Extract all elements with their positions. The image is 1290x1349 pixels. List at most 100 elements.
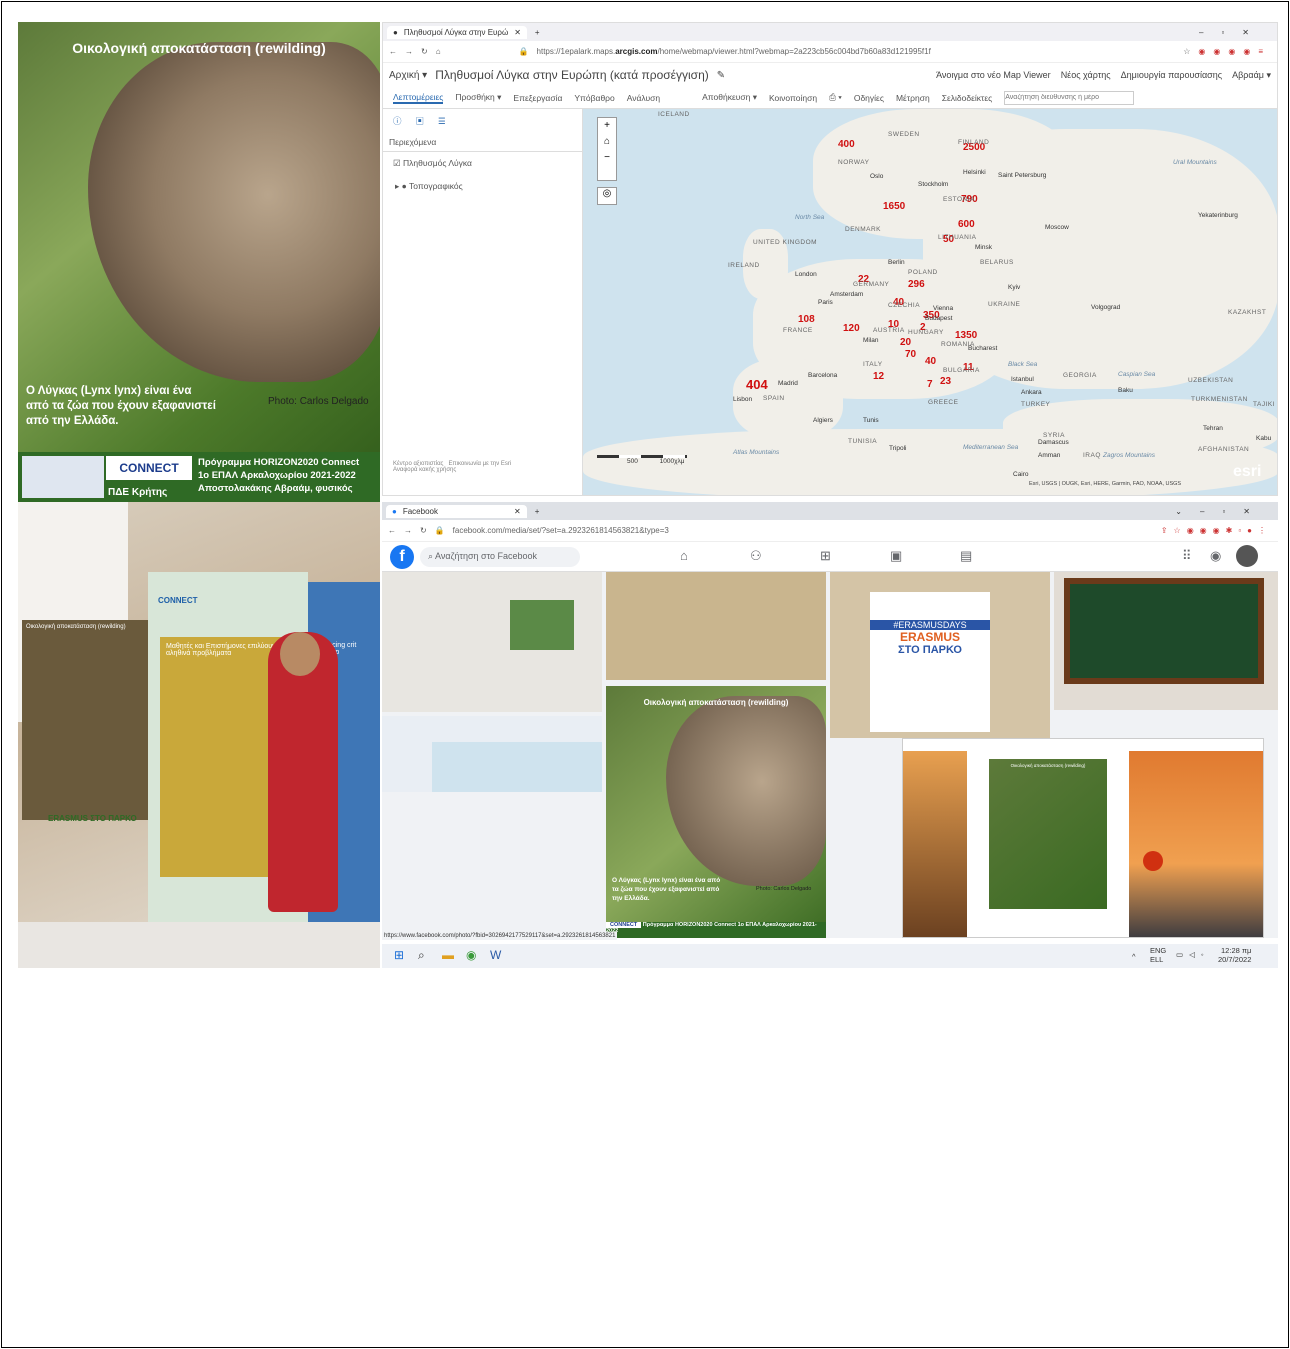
layer-population[interactable]: ☑ Πληθυσμός Λύγκα [383, 152, 582, 175]
analysis-button[interactable]: Ανάλυση [627, 93, 660, 103]
population-label-norway[interactable]: 400 [838, 139, 855, 150]
facebook-logo[interactable]: f [390, 545, 414, 569]
photo-noticeboard[interactable] [1054, 572, 1278, 710]
search-input[interactable] [1004, 90, 1135, 105]
population-label-sweden[interactable]: 1650 [883, 201, 905, 212]
reload-icon[interactable]: ↻ [421, 47, 428, 56]
directions-button[interactable]: Οδηγίες [854, 93, 884, 103]
home-icon[interactable]: ⌂ [680, 548, 688, 563]
star-icon[interactable]: ☆ [1183, 47, 1190, 56]
place-name: Zagros Mountains [1103, 452, 1156, 459]
population-label-bosnia[interactable]: 70 [905, 349, 916, 360]
share-button[interactable]: Κοινοποίηση [769, 93, 817, 103]
population-label-serbia[interactable]: 40 [925, 356, 936, 367]
url-domain: arcgis.com [615, 47, 658, 56]
europe-map[interactable]: + ⌂ − ◎ 500 1000χλμ Esri, USGS | OUGK, Esr… [583, 109, 1277, 495]
population-label-romania[interactable]: 1350 [955, 330, 977, 341]
photo-lynx-poster[interactable]: Οικολογική αποκατάσταση (rewilding) Ο Λύ… [606, 686, 826, 938]
photo-erasmus-poster[interactable]: #ERASMUSDAYS ERASMUS ΣΤΟ ΠΑΡΚΟ [830, 572, 1050, 738]
close-icon[interactable]: ✕ [514, 28, 521, 37]
new-tab-icon[interactable]: + [535, 28, 540, 37]
tray-chevron-icon[interactable]: ^ [1132, 952, 1136, 961]
population-label-italy[interactable]: 12 [873, 371, 884, 382]
edit-button[interactable]: Επεξεργασία [513, 93, 562, 103]
population-label-latvia[interactable]: 600 [958, 219, 975, 230]
forward-icon[interactable]: → [405, 47, 413, 56]
locate-icon[interactable]: ◎ [597, 187, 617, 205]
tray-icons[interactable]: ▭◁◦ [1176, 950, 1210, 959]
photo-classroom[interactable] [382, 572, 602, 712]
panel-tabs[interactable]: ⓘ▣☰ [383, 109, 582, 133]
pde-label: ΠΔΕ Κρήτης [108, 487, 168, 498]
arcgis-header: Αρχική ▾ Πληθυσμοί Λύγκα στην Ευρώπη (κα… [383, 63, 1277, 87]
population-label-spain[interactable]: 404 [746, 377, 768, 392]
place-name: Baku [1118, 387, 1133, 394]
windows-taskbar: ⊞ ⌕ ▬ ◉ W ^ ENG ELL ▭◁◦ 12:28 πμ 20/7/2022 [382, 944, 1278, 968]
measure-button[interactable]: Μέτρηση [896, 93, 930, 103]
clock[interactable]: 12:28 πμ 20/7/2022 [1218, 946, 1251, 964]
marketplace-icon[interactable]: ⊞ [820, 548, 831, 564]
avatar[interactable] [1236, 545, 1258, 567]
friends-icon[interactable]: ⚇ [750, 548, 762, 564]
extension-icons[interactable]: ⇪☆◉◉◉✱▫●⋮ [1161, 526, 1272, 535]
forward-icon[interactable]: → [404, 526, 412, 535]
menu-icon[interactable]: ⠿ [1182, 548, 1192, 564]
photo-screen-with-poster[interactable]: Οικολογική αποκατάσταση (rewilding) [902, 738, 1264, 938]
chrome-icon[interactable]: ◉ [466, 948, 476, 962]
create-presentation-link[interactable]: Δημιουργία παρουσίασης [1121, 70, 1222, 81]
erasmus-poster: #ERASMUSDAYS ERASMUS ΣΤΟ ΠΑΡΚΟ [870, 592, 990, 732]
footer-link[interactable]: Επικοινωνία με την Esri [448, 461, 511, 467]
language-indicator[interactable]: ENG ELL [1150, 946, 1166, 964]
bookmarks-button[interactable]: Σελιδοδείκτες [942, 93, 993, 103]
new-map-link[interactable]: Νέος χάρτης [1061, 70, 1111, 81]
browser-tab[interactable]: ● Πληθυσμοί Λύγκα στην Ευρώ ✕ [387, 25, 527, 39]
browser-tab[interactable]: ● Facebook ✕ [386, 504, 527, 518]
open-map-viewer-link[interactable]: Άνοιγμα στο νέο Map Viewer [936, 70, 1051, 81]
zoom-controls[interactable]: + ⌂ − [597, 117, 617, 181]
save-button[interactable]: Αποθήκευση ▾ [702, 92, 757, 103]
banner-title: CONNECT [158, 596, 198, 605]
search-icon[interactable]: ⌕ [418, 948, 425, 963]
user-menu[interactable]: Αβραάμ ▾ [1232, 70, 1271, 81]
new-tab-icon[interactable]: + [535, 507, 540, 516]
photo-arcgis-screenshot[interactable] [382, 716, 602, 792]
gaming-icon[interactable]: ▤ [960, 548, 972, 564]
population-label-croatia[interactable]: 20 [900, 337, 911, 348]
url-field[interactable]: facebook.com/media/set/?set=a.2923261814… [453, 526, 1153, 535]
file-explorer-icon[interactable]: ▬ [442, 948, 454, 962]
window-controls[interactable]: –▫✕ [1199, 28, 1267, 37]
footer-link[interactable]: Αναφορά κακής χρήσης [393, 467, 456, 473]
print-icon[interactable]: ⎙ ▾ [829, 92, 842, 103]
school-line: 1ο ΕΠΑΛ Αρκαλοχωρίου 2021-2022 [198, 470, 356, 481]
place-name: TAJIKI [1253, 401, 1276, 408]
start-icon[interactable]: ⊞ [394, 948, 404, 962]
layer-topographic[interactable]: ▸ ● Τοπογραφικός [383, 175, 582, 198]
home-icon[interactable]: ⌂ [436, 47, 441, 56]
basemap-button[interactable]: Υπόβαθρο [574, 93, 614, 103]
home-menu[interactable]: Αρχική ▾ [389, 70, 427, 81]
population-label-n-macedonia[interactable]: 23 [940, 376, 951, 387]
reload-icon[interactable]: ↻ [420, 526, 427, 535]
nested-poster: Οικολογική αποκατάσταση (rewilding) [989, 759, 1107, 909]
add-button[interactable]: Προσθήκη ▾ [455, 92, 501, 103]
details-button[interactable]: Λεπτομέρειες [393, 92, 444, 104]
extension-icons[interactable]: ◉◉◉◉≡ [1198, 47, 1271, 56]
window-controls[interactable]: ⌄–▫✕ [1175, 507, 1268, 516]
population-label-switzerland[interactable]: 120 [843, 323, 860, 334]
url-field[interactable]: https://1epalark.maps.arcgis.com/home/we… [537, 47, 1176, 56]
place-name: UNITED KINGDOM [753, 239, 818, 246]
population-label-poland[interactable]: 296 [908, 279, 925, 290]
photo-exhibition[interactable] [606, 572, 826, 680]
pencil-icon[interactable]: ✎ [717, 70, 725, 81]
close-icon[interactable]: ✕ [514, 507, 521, 516]
population-label-albania[interactable]: 7 [927, 379, 933, 390]
population-label-france[interactable]: 108 [798, 314, 815, 325]
back-icon[interactable]: ← [388, 526, 396, 535]
notifications-icon[interactable]: ◉ [1210, 548, 1221, 564]
place-name: ESTONIA [943, 196, 975, 203]
back-icon[interactable]: ← [389, 47, 397, 56]
facebook-search[interactable]: ⌕ Αναζήτηση στο Facebook [420, 547, 580, 567]
word-icon[interactable]: W [490, 948, 501, 962]
place-name: AFGHANISTAN [1198, 446, 1250, 453]
groups-icon[interactable]: ▣ [890, 548, 902, 564]
